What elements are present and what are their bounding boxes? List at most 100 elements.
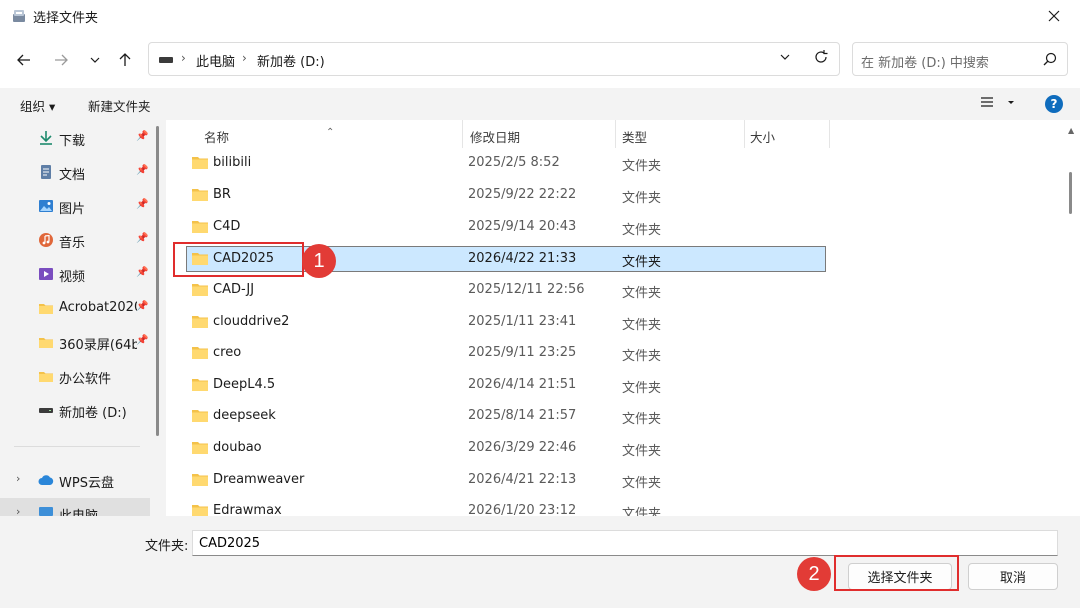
file-date: 2026/3/29 22:46 [468,440,577,455]
sidebar-item-label: 音乐 [59,236,86,251]
sidebar-item-wps-cloud[interactable]: › WPS云盘 [0,465,150,495]
sidebar-item-videos[interactable]: 视频 📌 [0,259,150,289]
file-list-scrollbar[interactable]: ▲ [1062,120,1080,516]
cloud-icon [38,475,54,485]
column-header-size[interactable]: 大小 [745,120,829,148]
close-button[interactable] [1036,2,1072,30]
table-row[interactable]: deepseek 2025/8/14 21:57 文件夹 [166,402,1062,433]
table-row[interactable]: Edrawmax 2026/1/20 23:12 文件夹 [166,497,1062,516]
sidebar-scrollbar[interactable] [156,126,159,436]
pin-icon[interactable]: 📌 [136,267,148,278]
folder-name-input[interactable] [192,530,1058,556]
folder-icon [192,221,208,233]
search-input[interactable]: 在 新加卷 (D:) 中搜索 [861,52,989,71]
folder-icon [192,284,208,296]
table-row[interactable]: bilibili 2025/2/5 8:52 文件夹 [166,149,1062,180]
sidebar-item-drive-d[interactable]: 新加卷 (D:) [0,395,150,425]
help-button[interactable]: ? [1045,95,1063,113]
document-icon [41,165,51,179]
view-dropdown-button[interactable] [1006,95,1016,110]
file-name: creo [213,345,242,360]
sidebar-item-label: 文档 [59,168,86,183]
sidebar-item-pictures[interactable]: 图片 📌 [0,191,150,221]
address-history-button[interactable] [779,51,791,67]
pin-icon[interactable]: 📌 [136,165,148,176]
chevron-right-icon[interactable]: › [181,51,186,65]
highlight-box-folder [173,242,304,277]
file-type: 文件夹 [622,381,662,396]
organize-button[interactable]: 组织 ▾ [20,96,55,115]
file-type: 文件夹 [622,191,662,206]
table-row[interactable]: DeepL4.5 2026/4/14 21:51 文件夹 [166,371,1062,402]
column-divider[interactable] [829,120,830,148]
file-name: Edrawmax [213,503,282,516]
table-row[interactable]: Dreamweaver 2026/4/21 22:13 文件夹 [166,466,1062,497]
column-header-name[interactable]: 名称 ⌃ [166,120,463,148]
search-icon[interactable] [1043,52,1057,66]
back-button[interactable] [10,46,38,74]
sidebar-item-documents[interactable]: 文档 📌 [0,157,150,187]
chevron-right-icon[interactable]: › [242,51,247,65]
computer-icon [39,507,53,516]
video-icon [39,268,53,280]
folder-icon [192,316,208,328]
sidebar-item-downloads[interactable]: 下载 📌 [0,123,150,153]
forward-button[interactable] [47,46,75,74]
up-button[interactable] [111,46,139,74]
file-name: doubao [213,440,262,455]
folder-icon [192,410,208,422]
sidebar-item-this-pc[interactable]: › 此电脑 [0,498,150,516]
file-type: 文件夹 [622,159,662,174]
table-row[interactable]: clouddrive2 2025/1/11 23:41 文件夹 [166,308,1062,339]
sidebar-item-label: 下载 [59,134,86,149]
column-header-type[interactable]: 类型 [616,120,744,148]
refresh-button[interactable] [813,49,829,69]
breadcrumb-drive-d[interactable]: 新加卷 (D:) [257,51,325,70]
column-date-label: 修改日期 [470,130,521,145]
pin-icon[interactable]: 📌 [136,233,148,244]
folder-icon [192,189,208,201]
file-name: bilibili [213,155,252,170]
sidebar-item-office-software[interactable]: 办公软件 [0,361,150,391]
table-row[interactable]: C4D 2025/9/14 20:43 文件夹 [166,213,1062,244]
table-row[interactable]: CAD-JJ 2025/12/11 22:56 文件夹 [166,276,1062,307]
sidebar-item-music[interactable]: 音乐 📌 [0,225,150,255]
sidebar-item-acrobat[interactable]: Acrobat2020 📌 [0,293,150,323]
address-bar[interactable]: › 此电脑 › 新加卷 (D:) [148,42,840,76]
file-type: 文件夹 [622,444,662,459]
sort-ascending-icon: ⌃ [326,127,335,138]
pin-icon[interactable]: 📌 [136,335,148,346]
arrow-up-icon [119,53,131,66]
cancel-button[interactable]: 取消 [968,563,1058,590]
pin-icon[interactable]: 📌 [136,131,148,142]
view-options-button[interactable] [980,95,994,112]
folder-icon [39,372,53,382]
chevron-right-icon[interactable]: › [16,472,20,485]
picture-icon [39,200,53,212]
command-bar: 组织 ▾ 新建文件夹 ? [0,88,1080,120]
download-icon [40,131,52,145]
highlight-box-select-button [834,555,959,591]
pin-icon[interactable]: 📌 [136,199,148,210]
step-badge-1: 1 [302,244,336,278]
file-date: 2025/8/14 21:57 [468,408,577,423]
window-title: 选择文件夹 [33,11,99,26]
file-date: 2026/4/21 22:13 [468,472,577,487]
recent-locations-button[interactable] [81,46,109,74]
table-row[interactable]: BR 2025/9/22 22:22 文件夹 [166,181,1062,212]
search-box[interactable]: 在 新加卷 (D:) 中搜索 [852,42,1068,76]
file-name: clouddrive2 [213,314,290,329]
file-date: 2025/12/11 22:56 [468,282,585,297]
sidebar-divider [14,446,140,447]
table-row[interactable]: doubao 2026/3/29 22:46 文件夹 [166,434,1062,465]
file-date: 2025/2/5 8:52 [468,155,560,170]
chevron-right-icon[interactable]: › [16,505,20,516]
pin-icon[interactable]: 📌 [136,301,148,312]
breadcrumb-this-pc[interactable]: 此电脑 [196,51,235,70]
scroll-up-icon[interactable]: ▲ [1068,126,1074,135]
table-row[interactable]: creo 2025/9/11 23:25 文件夹 [166,339,1062,370]
new-folder-button[interactable]: 新建文件夹 [88,96,151,115]
column-header-date[interactable]: 修改日期 [463,120,615,148]
scrollbar-thumb[interactable] [1069,172,1072,214]
sidebar-item-360-recorder[interactable]: 360录屏(64bit) 📌 [0,327,150,357]
